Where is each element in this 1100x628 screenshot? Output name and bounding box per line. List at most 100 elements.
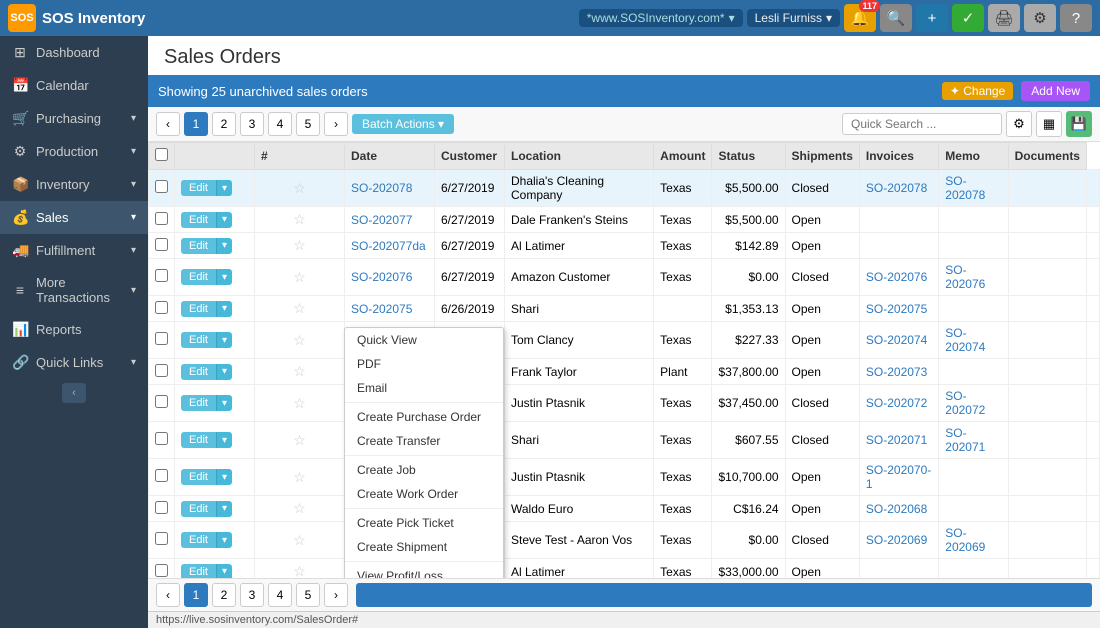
invoice-link[interactable]: SO-202074 [945,326,985,354]
edit-caret-button[interactable]: ▾ [216,532,232,548]
check-button[interactable]: ✓ [952,4,984,32]
row-checkbox[interactable] [155,364,168,377]
settings-columns-button[interactable]: ⚙ [1006,111,1032,137]
user-badge[interactable]: Lesli Furniss ▾ [747,9,840,27]
star-icon[interactable]: ☆ [293,432,306,448]
edit-caret-button[interactable]: ▾ [216,364,232,380]
sidebar-item-purchasing[interactable]: 🛒 Purchasing ▾ [0,102,148,135]
settings-button[interactable]: ⚙ [1024,4,1056,32]
change-button[interactable]: ✦ Change [942,82,1013,100]
star-icon[interactable]: ☆ [293,332,306,348]
sidebar-item-sales[interactable]: 💰 Sales ▾ [0,201,148,234]
edit-button[interactable]: Edit [181,180,216,196]
row-checkbox[interactable] [155,469,168,482]
dropdown-create-transfer[interactable]: Create Transfer [345,429,503,453]
edit-caret-button[interactable]: ▾ [216,432,232,448]
edit-button[interactable]: Edit [181,395,216,411]
invoice-link[interactable]: SO-202078 [945,174,985,202]
shipment-link[interactable]: SO-202070-1 [866,463,931,491]
page-4-button[interactable]: 4 [268,112,292,136]
star-icon[interactable]: ☆ [293,237,306,253]
url-badge[interactable]: *www.SOSInventory.com* ▾ [579,9,743,27]
bottom-page-5-button[interactable]: 5 [296,583,320,607]
shipment-link[interactable]: SO-202078 [866,181,927,195]
edit-button[interactable]: Edit [181,212,216,228]
order-num-link[interactable]: SO-202075 [351,302,412,316]
invoice-link[interactable]: SO-202076 [945,263,985,291]
row-checkbox[interactable] [155,238,168,251]
add-new-button[interactable]: Add New [1021,81,1090,101]
edit-button[interactable]: Edit [181,469,216,485]
batch-actions-button[interactable]: Batch Actions ▾ [352,114,454,134]
row-checkbox[interactable] [155,564,168,577]
shipment-link[interactable]: SO-202069 [866,533,927,547]
dropdown-create-shipment[interactable]: Create Shipment [345,535,503,559]
sidebar-item-fulfillment[interactable]: 🚚 Fulfillment ▾ [0,234,148,267]
row-checkbox[interactable] [155,180,168,193]
bottom-page-1-button[interactable]: 1 [184,583,208,607]
edit-caret-button[interactable]: ▾ [216,212,232,228]
edit-button[interactable]: Edit [181,501,216,517]
shipment-link[interactable]: SO-202076 [866,270,927,284]
edit-caret-button[interactable]: ▾ [216,180,232,196]
invoice-link[interactable]: SO-202072 [945,389,985,417]
edit-caret-button[interactable]: ▾ [216,269,232,285]
star-icon[interactable]: ☆ [293,211,306,227]
invoice-link[interactable]: SO-202069 [945,526,985,554]
edit-button[interactable]: Edit [181,564,216,579]
shipment-link[interactable]: SO-202075 [866,302,927,316]
dropdown-create-purchase-order[interactable]: Create Purchase Order [345,405,503,429]
search-button[interactable]: 🔍 [880,4,912,32]
dropdown-create-job[interactable]: Create Job [345,458,503,482]
edit-caret-button[interactable]: ▾ [216,501,232,517]
dropdown-view-profit-loss[interactable]: View Profit/Loss [345,564,503,578]
sidebar-item-quick-links[interactable]: 🔗 Quick Links ▾ [0,346,148,379]
invoice-link[interactable]: SO-202071 [945,426,985,454]
row-checkbox[interactable] [155,212,168,225]
row-checkbox[interactable] [155,395,168,408]
page-2-button[interactable]: 2 [212,112,236,136]
edit-caret-button[interactable]: ▾ [216,395,232,411]
shipment-link[interactable]: SO-202072 [866,396,927,410]
sidebar-item-reports[interactable]: 📊 Reports [0,313,148,346]
edit-caret-button[interactable]: ▾ [216,469,232,485]
star-icon[interactable]: ☆ [293,500,306,516]
edit-caret-button[interactable]: ▾ [216,301,232,317]
star-icon[interactable]: ☆ [293,363,306,379]
export-button[interactable]: 💾 [1066,111,1092,137]
page-1-button[interactable]: 1 [184,112,208,136]
bottom-page-4-button[interactable]: 4 [268,583,292,607]
order-num-link[interactable]: SO-202078 [351,181,412,195]
order-num-link[interactable]: SO-202076 [351,270,412,284]
shipment-link[interactable]: SO-202068 [866,502,927,516]
row-checkbox[interactable] [155,332,168,345]
star-icon[interactable]: ☆ [293,563,306,578]
page-prev-button[interactable]: ‹ [156,112,180,136]
edit-button[interactable]: Edit [181,301,216,317]
sidebar-item-inventory[interactable]: 📦 Inventory ▾ [0,168,148,201]
edit-button[interactable]: Edit [181,532,216,548]
sidebar-item-production[interactable]: ⚙ Production ▾ [0,135,148,168]
row-checkbox[interactable] [155,301,168,314]
edit-button[interactable]: Edit [181,432,216,448]
shipment-link[interactable]: SO-202074 [866,333,927,347]
shipment-link[interactable]: SO-202073 [866,365,927,379]
bottom-page-prev-button[interactable]: ‹ [156,583,180,607]
page-5-button[interactable]: 5 [296,112,320,136]
sidebar-item-more-transactions[interactable]: ≡ More Transactions ▾ [0,267,148,313]
quick-search-input[interactable] [842,113,1002,135]
star-icon[interactable]: ☆ [293,269,306,285]
row-checkbox[interactable] [155,532,168,545]
row-checkbox[interactable] [155,501,168,514]
edit-caret-button[interactable]: ▾ [216,332,232,348]
select-all-checkbox[interactable] [155,148,168,161]
page-3-button[interactable]: 3 [240,112,264,136]
page-next-button[interactable]: › [324,112,348,136]
sidebar-collapse-button[interactable]: ‹ [62,383,86,403]
star-icon[interactable]: ☆ [293,469,306,485]
row-checkbox[interactable] [155,432,168,445]
bottom-page-3-button[interactable]: 3 [240,583,264,607]
order-num-link[interactable]: SO-202077 [351,213,412,227]
edit-caret-button[interactable]: ▾ [216,238,232,254]
shipment-link[interactable]: SO-202071 [866,433,927,447]
